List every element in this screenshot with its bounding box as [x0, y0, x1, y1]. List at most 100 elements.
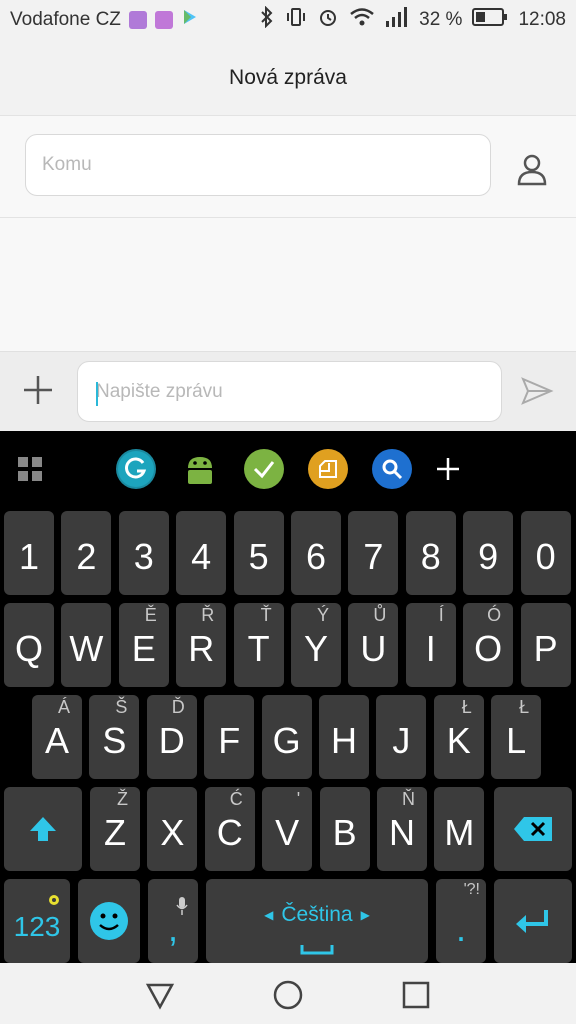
key-8[interactable]: 8 — [405, 511, 456, 595]
key-x[interactable]: X — [147, 787, 198, 871]
key-4[interactable]: 4 — [176, 511, 227, 595]
key-s[interactable]: SŠ — [89, 695, 140, 779]
grammarly-icon[interactable] — [116, 449, 156, 489]
emoji-icon — [90, 902, 128, 940]
key-alt-label: Ď — [171, 697, 185, 717]
send-icon[interactable] — [520, 374, 554, 408]
key-1[interactable]: 1 — [4, 511, 54, 595]
comma-key[interactable]: , — [148, 879, 198, 963]
key-c[interactable]: CĆ — [204, 787, 255, 871]
key-i[interactable]: IÍ — [405, 603, 456, 687]
key-label: 3 — [133, 536, 154, 577]
key-alt-label: Ň — [402, 789, 415, 809]
key-label: B — [332, 812, 357, 853]
key-label: J — [392, 720, 411, 761]
key-2[interactable]: 2 — [61, 511, 112, 595]
shift-key[interactable] — [4, 787, 82, 871]
key-q[interactable]: Q — [4, 603, 54, 687]
carrier-label: Vodafone CZ — [10, 9, 121, 30]
checkmark-icon[interactable] — [244, 449, 284, 489]
key-3[interactable]: 3 — [118, 511, 169, 595]
key-5[interactable]: 5 — [233, 511, 284, 595]
key-label: 6 — [305, 536, 327, 577]
key-7[interactable]: 7 — [348, 511, 399, 595]
key-alt-label: Ł — [461, 697, 472, 717]
key-label: L — [506, 720, 527, 761]
space-language-label: Čeština — [281, 903, 353, 926]
key-v[interactable]: V ' — [262, 787, 313, 871]
android-icon[interactable] — [180, 449, 220, 489]
key-o[interactable]: OÓ — [463, 603, 514, 687]
battery-percent: 32 % — [419, 9, 463, 30]
key-alt-label: Í — [438, 605, 444, 625]
play-store-icon — [181, 8, 199, 32]
home-circle-icon[interactable] — [272, 979, 304, 1011]
emoji-key[interactable] — [78, 879, 140, 963]
enter-key[interactable] — [494, 879, 572, 963]
keyboard-toolbar — [0, 431, 576, 507]
period-alt-label: '?! — [463, 881, 480, 898]
key-label: M — [444, 812, 475, 853]
key-label: F — [218, 720, 241, 761]
recipient-input[interactable] — [25, 134, 491, 196]
key-alt-label: Ě — [144, 605, 157, 625]
key-a[interactable]: AÁ — [32, 695, 82, 779]
key-u[interactable]: UŮ — [348, 603, 399, 687]
period-label: . — [455, 908, 466, 949]
key-l[interactable]: LŁ — [491, 695, 542, 779]
key-0[interactable]: 0 — [520, 511, 571, 595]
key-b[interactable]: B — [319, 787, 370, 871]
key-y[interactable]: YÝ — [291, 603, 341, 687]
key-w[interactable]: W — [61, 603, 112, 687]
key-alt-label: Ť — [260, 605, 272, 625]
space-key[interactable]: ◀ Čeština ▶ — [206, 879, 428, 963]
add-plus-icon[interactable] — [428, 449, 468, 489]
key-r[interactable]: RŘ — [176, 603, 227, 687]
bluetooth-icon — [259, 5, 275, 34]
key-label: W — [69, 628, 104, 669]
period-key[interactable]: . '?! — [436, 879, 486, 963]
apps-grid-icon[interactable] — [10, 449, 50, 489]
key-9[interactable]: 9 — [463, 511, 514, 595]
search-icon[interactable] — [372, 449, 412, 489]
key-label: O — [474, 628, 503, 669]
key-z[interactable]: ZŽ — [90, 787, 140, 871]
title-bar: Nová zpráva — [0, 40, 576, 116]
language-left-arrow-icon: ◀ — [264, 908, 274, 922]
key-label: 1 — [18, 536, 40, 577]
clipboard-icon[interactable] — [308, 449, 348, 489]
recipient-area — [0, 116, 576, 218]
attach-plus-icon[interactable] — [20, 372, 56, 408]
status-bar: Vodafone CZ 32 % 12:08 — [0, 0, 576, 40]
shift-icon — [30, 817, 56, 841]
battery-icon — [472, 7, 508, 33]
space-label-row: ◀ Čeština ▶ — [264, 903, 370, 927]
recents-square-icon[interactable] — [400, 979, 432, 1011]
key-h[interactable]: H — [319, 695, 369, 779]
key-n[interactable]: NŇ — [377, 787, 427, 871]
key-label: X — [160, 812, 185, 853]
key-label: D — [158, 720, 185, 761]
key-label: H — [331, 720, 357, 761]
key-t[interactable]: TŤ — [233, 603, 284, 687]
key-e[interactable]: EĚ — [118, 603, 169, 687]
contact-picker-icon[interactable] — [515, 152, 549, 186]
key-alt-label: Ř — [201, 605, 215, 625]
key-g[interactable]: G — [261, 695, 312, 779]
key-label: Z — [104, 812, 126, 853]
key-j[interactable]: J — [376, 695, 427, 779]
key-label: S — [102, 720, 127, 761]
key-6[interactable]: 6 — [291, 511, 341, 595]
language-right-arrow-icon: ▶ — [360, 908, 370, 922]
key-d[interactable]: DĎ — [146, 695, 197, 779]
key-f[interactable]: F — [204, 695, 255, 779]
back-triangle-icon[interactable] — [144, 979, 176, 1011]
key-label: A — [44, 720, 69, 761]
key-k[interactable]: KŁ — [433, 695, 484, 779]
backspace-key[interactable] — [494, 787, 572, 871]
message-input[interactable] — [77, 361, 502, 422]
key-m[interactable]: M — [434, 787, 485, 871]
key-p[interactable]: P — [520, 603, 571, 687]
symbols-key[interactable]: 123 — [4, 879, 70, 963]
key-alt-label: Ů — [373, 605, 387, 625]
